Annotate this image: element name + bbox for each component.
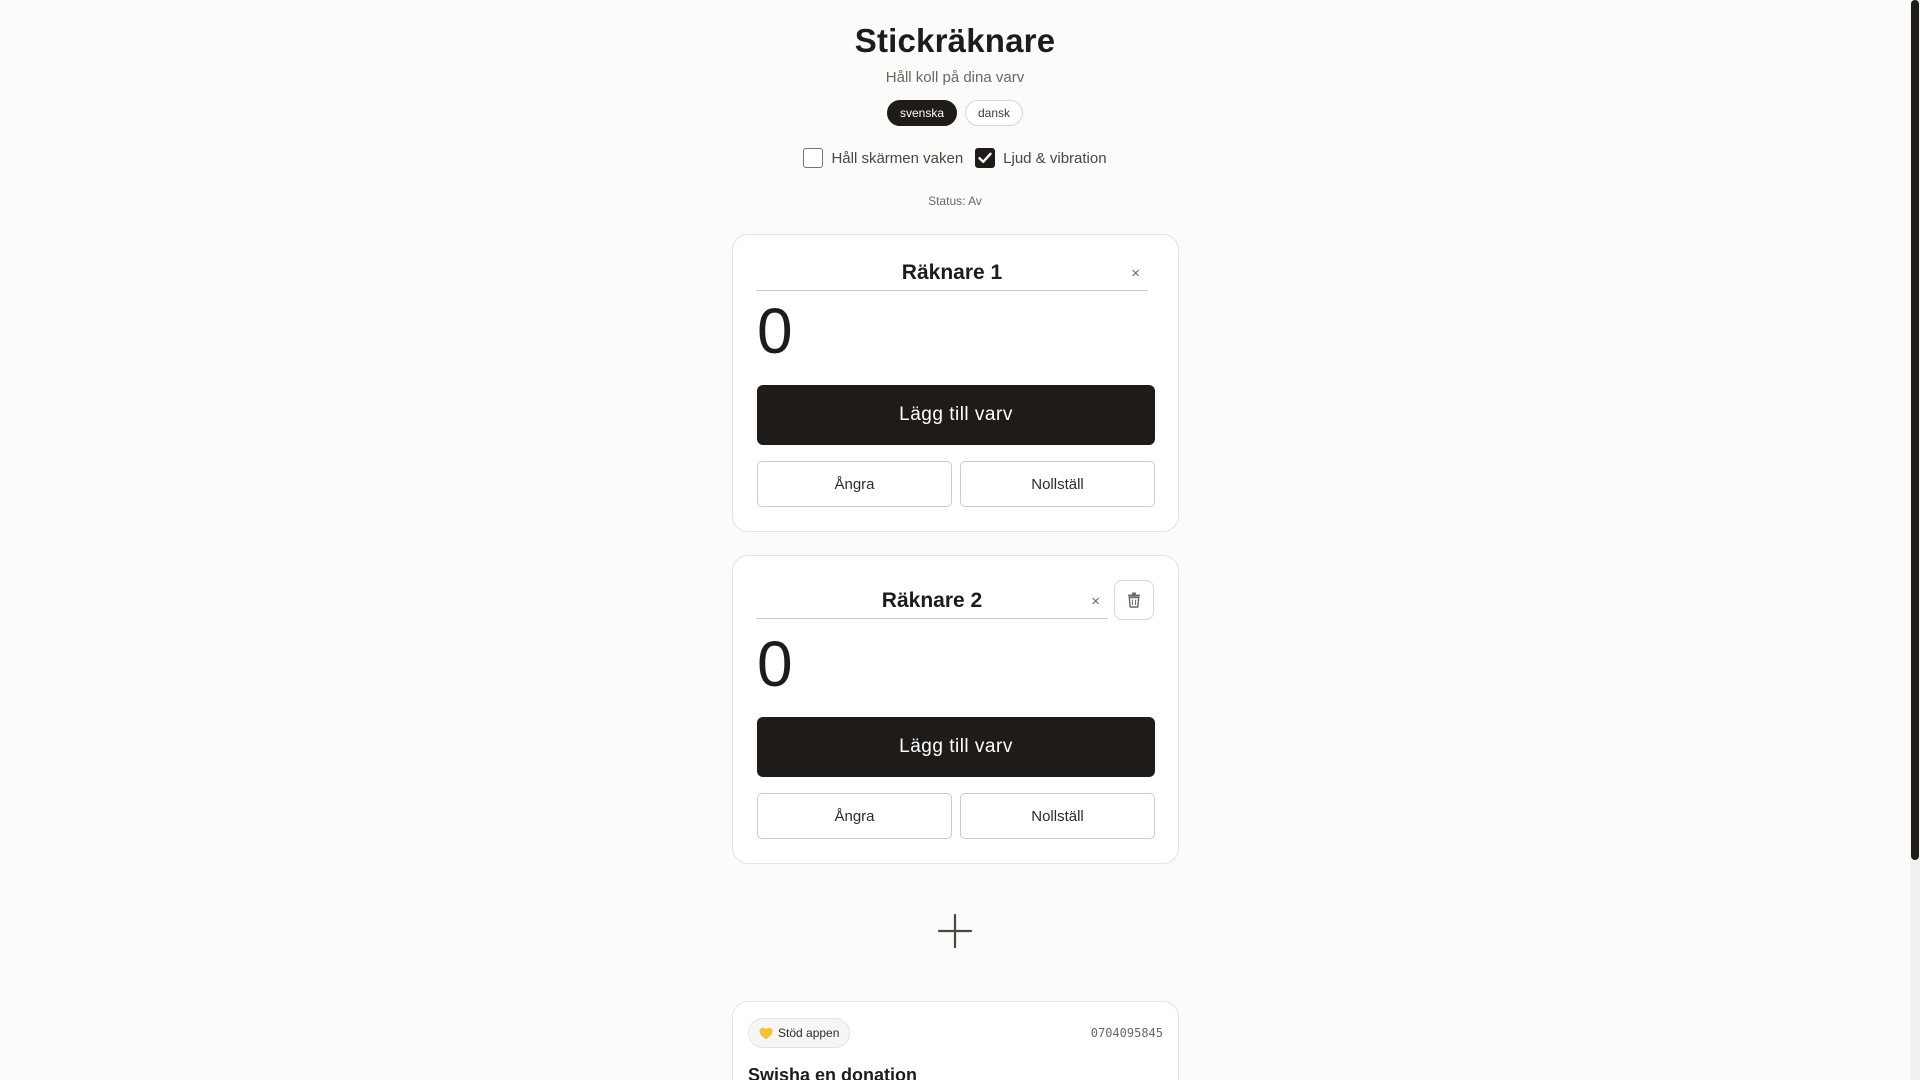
- swish-phone-number: 0704095845: [1090, 1026, 1163, 1040]
- counter-card-1: Räknare 1 × 0 Lägg till varv Ångra Nolls…: [732, 234, 1179, 532]
- add-round-button[interactable]: Lägg till varv: [757, 717, 1155, 777]
- counter-value: 0: [757, 628, 793, 700]
- status-text: Status: Av: [928, 194, 982, 208]
- clear-name-icon[interactable]: ×: [1131, 265, 1140, 283]
- keep-awake-checkbox[interactable]: [803, 148, 824, 168]
- add-counter-button[interactable]: [935, 911, 975, 951]
- page-scrollbar[interactable]: [1910, 0, 1920, 1080]
- plus-icon: [937, 913, 973, 949]
- language-dansk-button[interactable]: dansk: [965, 100, 1024, 126]
- delete-counter-button[interactable]: [1114, 580, 1154, 620]
- clear-name-icon[interactable]: ×: [1091, 593, 1100, 611]
- donation-card: Stöd appen 0704095845 Swisha en donation: [732, 1001, 1179, 1080]
- page-title: Stickräknare: [854, 22, 1056, 59]
- language-switcher: svenska dansk: [0, 100, 1910, 126]
- counter-card-2: Räknare 2 × 0 Lägg till varv Ångra Nolls…: [732, 555, 1179, 864]
- add-round-button[interactable]: Lägg till varv: [757, 385, 1155, 445]
- counter-name-field[interactable]: Räknare 1 ×: [756, 257, 1148, 291]
- support-badge: Stöd appen: [748, 1018, 851, 1048]
- language-svenska-button[interactable]: svenska: [886, 100, 957, 126]
- scrollbar-thumb[interactable]: [1911, 0, 1919, 860]
- undo-button[interactable]: Ångra: [757, 793, 952, 839]
- sound-vibration-checkbox[interactable]: [975, 148, 996, 168]
- check-icon: [978, 152, 992, 163]
- undo-button[interactable]: Ångra: [757, 461, 952, 507]
- support-label: Stöd appen: [778, 1026, 840, 1040]
- donation-heading: Swisha en donation: [748, 1065, 918, 1080]
- keep-awake-label: Håll skärmen vaken: [831, 149, 964, 167]
- sound-vibration-label: Ljud & vibration: [1003, 149, 1107, 167]
- page-subtitle: Håll koll på dina varv: [885, 69, 1025, 86]
- sound-vibration-option[interactable]: Ljud & vibration: [975, 148, 1107, 168]
- page: Stickräknare Håll koll på dina varv sven…: [0, 0, 1920, 1080]
- options-row: Håll skärmen vaken Ljud & vibration: [0, 148, 1910, 168]
- reset-button[interactable]: Nollställ: [960, 461, 1155, 507]
- counter-value: 0: [757, 295, 793, 367]
- keep-awake-option[interactable]: Håll skärmen vaken: [803, 148, 963, 168]
- trash-icon: [1128, 592, 1140, 608]
- reset-button[interactable]: Nollställ: [960, 793, 1155, 839]
- counter-name: Räknare 2: [881, 589, 983, 612]
- heart-icon: [759, 1027, 773, 1039]
- counter-name: Räknare 1: [901, 261, 1003, 284]
- counter-name-field[interactable]: Räknare 2 ×: [756, 585, 1108, 619]
